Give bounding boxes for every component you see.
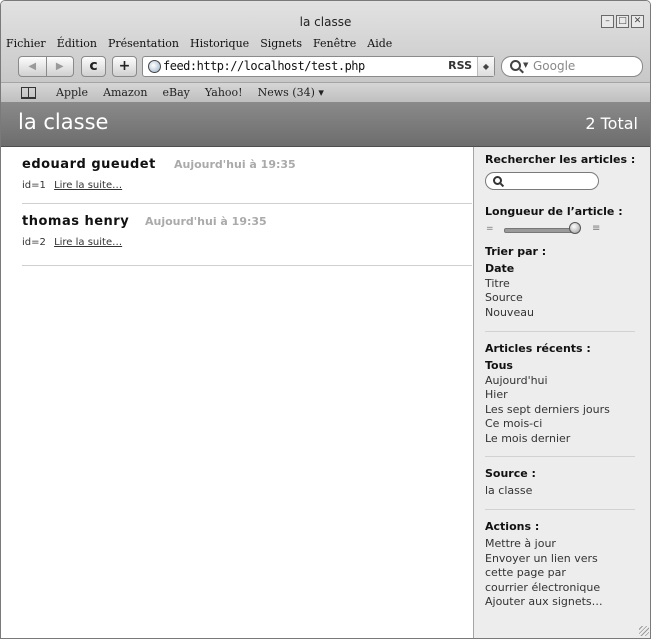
- short-length-icon: =: [486, 224, 494, 234]
- address-text: feed:http://localhost/test.php: [163, 59, 365, 73]
- divider: [485, 509, 635, 510]
- rss-button[interactable]: RSS: [448, 59, 472, 72]
- sort-source[interactable]: Source: [485, 291, 645, 306]
- search-icon: [510, 60, 521, 71]
- recent-last-month[interactable]: Le mois dernier: [485, 432, 645, 447]
- article-length-slider[interactable]: [504, 228, 578, 233]
- browser-window: la classe – □ ✕ Fichier Édition Présenta…: [0, 0, 651, 639]
- search-section: Rechercher les articles :: [485, 153, 645, 166]
- close-button[interactable]: ✕: [631, 15, 644, 28]
- article-list: edouard gueudet Aujourd'hui à 19:35 id=1…: [1, 147, 472, 638]
- article-title[interactable]: thomas henry: [22, 214, 129, 229]
- action-email-link-cont[interactable]: courrier électronique: [485, 581, 645, 596]
- bookmark-apple[interactable]: Apple: [56, 86, 88, 99]
- length-heading: Longueur de l’article :: [485, 205, 623, 218]
- window-title: la classe: [299, 15, 352, 29]
- article-date: Aujourd'hui à 19:35: [174, 158, 296, 171]
- list-item: edouard gueudet Aujourd'hui à 19:35 id=1…: [22, 147, 472, 204]
- length-section: Longueur de l’article :: [485, 205, 645, 218]
- nav-buttons: ◀ ▶: [18, 56, 74, 77]
- menu-bar: Fichier Édition Présentation Historique …: [6, 37, 392, 50]
- article-title[interactable]: edouard gueudet: [22, 157, 156, 172]
- bookmark-yahoo[interactable]: Yahoo!: [205, 86, 243, 99]
- action-email-link-cont[interactable]: cette page par: [485, 566, 645, 581]
- search-icon: [493, 176, 502, 185]
- action-email-link[interactable]: Envoyer un lien vers: [485, 552, 645, 567]
- recent-yesterday[interactable]: Hier: [485, 388, 645, 403]
- back-button[interactable]: ◀: [19, 57, 47, 76]
- sort-section: Trier par : Date Titre Source Nouveau: [485, 245, 645, 320]
- list-item: thomas henry Aujourd'hui à 19:35 id=2 Li…: [22, 204, 472, 266]
- source-heading: Source :: [485, 467, 536, 480]
- article-summary: id=1 Lire la suite…: [22, 180, 122, 191]
- source-section: Source : la classe: [485, 467, 645, 499]
- feed-title: la classe: [18, 110, 109, 134]
- recent-this-month[interactable]: Ce mois-ci: [485, 417, 645, 432]
- recent-today[interactable]: Aujourd'hui: [485, 374, 645, 389]
- bookmarks-book-icon[interactable]: [21, 87, 36, 99]
- recent-last-seven-days[interactable]: Les sept derniers jours: [485, 403, 645, 418]
- long-length-icon: ≡: [592, 223, 601, 234]
- sort-new[interactable]: Nouveau: [485, 306, 645, 321]
- article-id: id=1: [22, 180, 46, 191]
- globe-icon: [148, 60, 161, 73]
- window-controls: – □ ✕: [601, 15, 644, 28]
- bookmark-amazon[interactable]: Amazon: [103, 86, 147, 99]
- feed-total: 2 Total: [585, 114, 638, 133]
- recent-section: Articles récents : Tous Aujourd'hui Hier…: [485, 342, 645, 446]
- menu-fenetre[interactable]: Fenêtre: [313, 37, 356, 50]
- feed-header: la classe 2 Total: [1, 102, 650, 147]
- actions-section: Actions : Mettre à jour Envoyer un lien …: [485, 520, 645, 610]
- maximize-button[interactable]: □: [616, 15, 629, 28]
- address-bar[interactable]: feed:http://localhost/test.php RSS ◆: [142, 56, 495, 77]
- window-chrome: la classe – □ ✕ Fichier Édition Présenta…: [1, 1, 650, 102]
- menu-edition[interactable]: Édition: [57, 37, 97, 50]
- minimize-button[interactable]: –: [601, 15, 614, 28]
- menu-fichier[interactable]: Fichier: [6, 37, 46, 50]
- forward-button[interactable]: ▶: [47, 57, 74, 76]
- action-refresh[interactable]: Mettre à jour: [485, 537, 645, 552]
- address-dropdown-icon[interactable]: ◆: [477, 57, 494, 76]
- search-heading: Rechercher les articles :: [485, 153, 636, 166]
- article-search-input[interactable]: [485, 172, 599, 190]
- google-search-field[interactable]: ▼ Google: [501, 56, 643, 77]
- recent-heading: Articles récents :: [485, 342, 591, 355]
- resize-handle-icon[interactable]: [639, 626, 649, 636]
- bookmarks-bar: Apple Amazon eBay Yahoo! News (34) ▾: [1, 82, 650, 102]
- action-add-bookmark[interactable]: Ajouter aux signets…: [485, 595, 645, 610]
- sort-title[interactable]: Titre: [485, 277, 645, 292]
- reload-button[interactable]: c: [81, 56, 106, 77]
- recent-all[interactable]: Tous: [485, 359, 645, 374]
- article-summary: id=2 Lire la suite…: [22, 237, 122, 248]
- read-more-link[interactable]: Lire la suite…: [54, 180, 122, 191]
- bookmark-news[interactable]: News (34) ▾: [258, 86, 324, 99]
- article-id: id=2: [22, 237, 46, 248]
- divider: [485, 331, 635, 332]
- sort-date[interactable]: Date: [485, 262, 645, 277]
- source-item[interactable]: la classe: [485, 484, 645, 499]
- divider: [485, 456, 635, 457]
- read-more-link[interactable]: Lire la suite…: [54, 237, 122, 248]
- search-dropdown-icon[interactable]: ▼: [523, 61, 528, 69]
- add-bookmark-button[interactable]: +: [112, 56, 137, 77]
- actions-heading: Actions :: [485, 520, 540, 533]
- sort-heading: Trier par :: [485, 245, 547, 258]
- menu-signets[interactable]: Signets: [260, 37, 302, 50]
- menu-presentation[interactable]: Présentation: [108, 37, 179, 50]
- slider-knob[interactable]: [569, 222, 581, 234]
- menu-historique[interactable]: Historique: [190, 37, 249, 50]
- bookmark-ebay[interactable]: eBay: [163, 86, 190, 99]
- menu-aide[interactable]: Aide: [367, 37, 392, 50]
- article-date: Aujourd'hui à 19:35: [145, 215, 267, 228]
- sidebar: Rechercher les articles : Longueur de l’…: [473, 147, 650, 638]
- search-placeholder: Google: [533, 59, 576, 73]
